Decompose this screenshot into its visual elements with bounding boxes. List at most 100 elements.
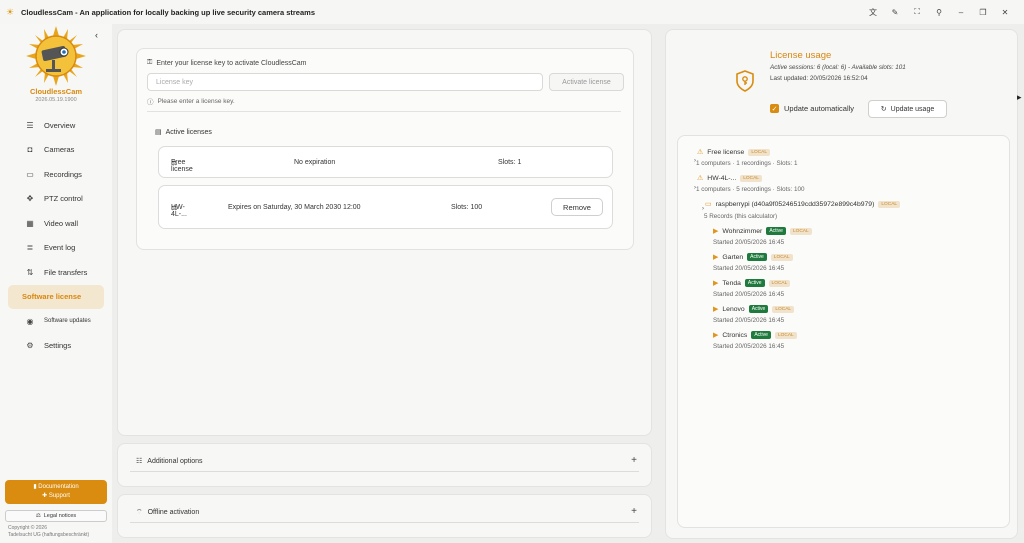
local-badge: LOCAL xyxy=(789,227,812,235)
local-badge: LOCAL xyxy=(774,331,797,339)
active-badge: Active xyxy=(751,331,771,339)
sidebar-item-software-license[interactable]: Software license xyxy=(8,284,104,309)
event-log-icon: ≣ xyxy=(26,243,34,253)
update-usage-button[interactable]: ↻ Update usage xyxy=(868,100,947,118)
collapse-sidebar-icon[interactable]: ‹ xyxy=(95,30,98,40)
usage-tree-card: › ⚠ Free license LOCAL 1 computers · 1 r… xyxy=(677,135,1010,528)
app-sun-icon: ☀ xyxy=(6,7,15,17)
active-licenses-title: Active licenses xyxy=(165,128,212,136)
sidebar-item-label: Video wall xyxy=(44,218,79,228)
sidebar-item-label: Settings xyxy=(44,341,72,351)
sidebar-item-label: File transfers xyxy=(44,267,88,277)
camera-name: Lenovo xyxy=(722,305,745,313)
sidebar-item-ptz-control[interactable]: ✥ PTZ control xyxy=(8,187,104,212)
pin-icon[interactable]: ⚲ xyxy=(934,7,944,17)
cloudlesscam-logo xyxy=(26,26,86,86)
active-licenses-heading: ▤ Active licenses xyxy=(155,128,212,137)
settings-icon: ⚙ xyxy=(26,341,34,351)
checkbox-checked-icon[interactable]: ✓ xyxy=(770,104,779,113)
auto-update-checkbox[interactable]: ✓ Update automatically xyxy=(770,104,854,113)
divider xyxy=(147,111,621,112)
support-link[interactable]: ✚ Support xyxy=(42,492,70,501)
activate-license-button[interactable]: Activate license xyxy=(549,73,624,91)
restore-icon[interactable]: ❐ xyxy=(978,7,988,17)
update-usage-label: Update usage xyxy=(890,105,935,113)
sidebar-item-software-updates[interactable]: ◉ Software updates xyxy=(8,309,104,334)
documentation-link[interactable]: ▮ Documentation xyxy=(33,483,78,492)
video-wall-icon: ▦ xyxy=(26,218,34,228)
additional-options-accordion[interactable]: ☷ Additional options + xyxy=(117,443,652,487)
sidebar-item-cameras[interactable]: ◘ Cameras xyxy=(8,138,104,163)
sidebar-nav: ☰ Overview ◘ Cameras ▭ Recordings ✥ PTZ … xyxy=(8,113,104,358)
brand-name: CloudlessCam xyxy=(29,87,83,96)
camera-name: Garten xyxy=(722,253,744,261)
tree-camera[interactable]: ▶ Ctronics Active LOCAL xyxy=(713,331,797,339)
camera-name: Ctronics xyxy=(722,331,748,339)
company-line: Tadelsucht UG (haftungsbeschränkt) xyxy=(8,531,90,538)
local-badge: LOCAL xyxy=(770,253,793,261)
sliders-icon: ☷ xyxy=(136,458,143,465)
legal-notices-label: Legal notices xyxy=(43,513,77,519)
camera-name: Tenda xyxy=(722,279,741,287)
tree-hw-license[interactable]: ⚠ HW-4L-... LOCAL xyxy=(697,174,762,182)
license-row-hw: ⚖ HW-4L-... Expires on Saturday, 30 March… xyxy=(158,185,613,229)
support-label: Support xyxy=(48,493,70,499)
sidebar-item-overview[interactable]: ☰ Overview xyxy=(8,113,104,138)
expand-plus-icon[interactable]: + xyxy=(631,506,637,517)
additional-options-header: ☷ Additional options xyxy=(136,457,203,466)
camera-started: Started 20/05/2026 16:45 xyxy=(713,239,785,246)
camera-started: Started 20/05/2026 16:45 xyxy=(713,317,785,324)
file-transfer-icon: ⇅ xyxy=(26,267,34,277)
accordion-divider xyxy=(130,522,639,523)
camera-started: Started 20/05/2026 16:45 xyxy=(713,343,785,350)
shield-icon xyxy=(736,70,754,92)
license-key-input[interactable]: License key xyxy=(147,73,543,91)
accessibility-icon[interactable]: ✎ xyxy=(890,7,900,17)
translate-icon[interactable]: 文 xyxy=(868,7,878,17)
usage-last-updated: Last updated: 20/05/2026 16:52:04 xyxy=(770,75,868,82)
usage-title: License usage xyxy=(770,50,832,61)
license-expiry: No expiration xyxy=(294,159,336,166)
tree-node-label: HW-4L-... xyxy=(707,174,737,182)
license-row-free: ⚖ Free license No expiration Slots: 1 xyxy=(158,146,613,178)
tree-camera[interactable]: ▶ Wohnzimmer Active LOCAL xyxy=(713,227,812,235)
sidebar-item-video-wall[interactable]: ▦ Video wall xyxy=(8,211,104,236)
tree-free-license[interactable]: ⚠ Free license LOCAL xyxy=(697,148,771,156)
local-badge: LOCAL xyxy=(878,200,901,208)
remove-license-button[interactable]: Remove xyxy=(551,198,603,216)
active-badge: Active xyxy=(748,305,769,313)
license-hint-text: Please enter a license key. xyxy=(157,97,235,105)
legal-notices-button[interactable]: ⚖ Legal notices xyxy=(5,510,107,522)
tree-host[interactable]: ▭ raspberrypi (d40a9f05246519cdd35972e89… xyxy=(705,200,901,208)
title-bar: ☀ CloudlessCam - An application for loca… xyxy=(0,0,1024,24)
camera-icon: ◘ xyxy=(27,145,33,155)
sidebar-item-event-log[interactable]: ≣ Event log xyxy=(8,236,104,261)
camera-icon: ▶ xyxy=(713,228,719,235)
documentation-support-button[interactable]: ▮ Documentation ✚ Support xyxy=(5,480,107,504)
version-label: 2026.05.19.1900 xyxy=(35,97,77,103)
overview-icon: ☰ xyxy=(26,120,34,130)
license-badge-icon: ⚠ xyxy=(697,175,704,182)
offline-activation-accordion[interactable]: ⌔ Offline activation + xyxy=(117,494,652,538)
camera-icon: ▶ xyxy=(713,332,719,339)
ptz-icon: ✥ xyxy=(26,194,34,204)
sidebar-item-settings[interactable]: ⚙ Settings xyxy=(8,334,104,359)
license-usage-panel: License usage Active sessions: 6 (local:… xyxy=(665,29,1018,539)
active-badge: Active xyxy=(744,279,765,287)
tree-camera[interactable]: ▶ Lenovo Active LOCAL xyxy=(713,305,795,313)
sidebar-item-file-transfers[interactable]: ⇅ File transfers xyxy=(8,260,104,285)
sidebar-item-label: Overview xyxy=(44,120,76,130)
sidebar-item-label: Software license xyxy=(22,292,82,302)
tree-camera[interactable]: ▶ Tenda Active LOCAL xyxy=(713,279,791,287)
tree-host-summary: 5 Records (this calculator) xyxy=(704,213,778,220)
chevron-right-icon[interactable]: › xyxy=(702,206,704,212)
close-icon[interactable]: ✕ xyxy=(1000,7,1010,17)
sidebar-item-recordings[interactable]: ▭ Recordings xyxy=(8,162,104,187)
auto-update-label: Update automatically xyxy=(784,104,855,113)
tree-camera[interactable]: ▶ Garten Active LOCAL xyxy=(713,253,793,261)
sidebar-item-label: Event log xyxy=(44,243,76,253)
minimize-icon[interactable]: – xyxy=(956,7,966,17)
fullscreen-icon[interactable]: ⛶ xyxy=(912,7,922,17)
expand-plus-icon[interactable]: + xyxy=(631,455,637,466)
camera-started: Started 20/05/2026 16:45 xyxy=(713,291,785,298)
